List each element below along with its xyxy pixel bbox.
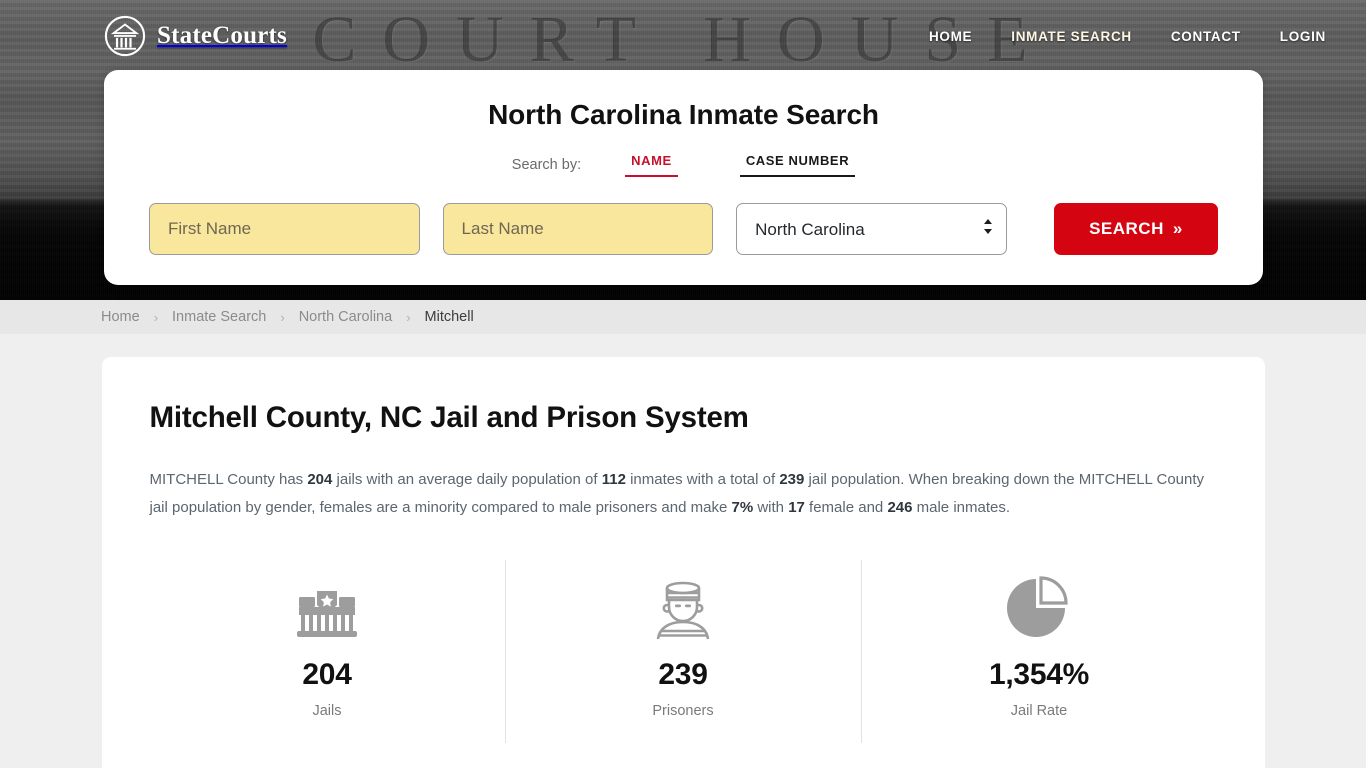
state-select-wrapper: North Carolina bbox=[736, 203, 1007, 255]
tab-search-by-name[interactable]: NAME bbox=[625, 152, 678, 177]
jail-building-icon bbox=[150, 574, 505, 642]
search-form: North Carolina SEARCH » bbox=[149, 203, 1218, 255]
nav-item-contact[interactable]: CONTACT bbox=[1171, 29, 1241, 44]
county-stats-row: 204 Jails bbox=[150, 560, 1217, 743]
breadcrumb-bar: Home › Inmate Search › North Carolina › … bbox=[0, 300, 1366, 334]
search-button-label: SEARCH bbox=[1089, 219, 1164, 239]
summary-highlight: 204 bbox=[307, 471, 332, 488]
first-name-input[interactable] bbox=[149, 203, 420, 255]
tab-search-by-case-number[interactable]: CASE NUMBER bbox=[740, 152, 855, 177]
double-chevron-right-icon: » bbox=[1173, 219, 1183, 239]
search-by-row: Search by: NAME CASE NUMBER bbox=[149, 152, 1218, 177]
nav-item-login[interactable]: LOGIN bbox=[1280, 29, 1326, 44]
summary-highlight: 239 bbox=[779, 471, 804, 488]
brand-logo-link[interactable]: StateCourts bbox=[104, 15, 287, 57]
search-card-title: North Carolina Inmate Search bbox=[149, 99, 1218, 131]
summary-text: male inmates. bbox=[912, 499, 1010, 516]
breadcrumb-link-home[interactable]: Home bbox=[101, 309, 140, 325]
main-nav: HOME INMATE SEARCH CONTACT LOGIN bbox=[929, 29, 1326, 44]
summary-text: MITCHELL County has bbox=[150, 471, 308, 488]
nav-item-home[interactable]: HOME bbox=[929, 29, 972, 44]
page-body: Mitchell County, NC Jail and Prison Syst… bbox=[0, 334, 1366, 768]
summary-highlight: 112 bbox=[602, 471, 626, 488]
brand-name: StateCourts bbox=[157, 22, 287, 50]
breadcrumb-separator-icon: › bbox=[154, 310, 158, 325]
hero-banner: COURT HOUSE StateCourts HOME INMATE SEA bbox=[0, 0, 1366, 300]
last-name-input[interactable] bbox=[443, 203, 714, 255]
nav-item-inmate-search[interactable]: INMATE SEARCH bbox=[1011, 29, 1132, 44]
summary-highlight: 7% bbox=[731, 499, 753, 516]
summary-highlight: 246 bbox=[887, 499, 912, 516]
stat-jail-rate: 1,354% Jail Rate bbox=[861, 560, 1217, 743]
state-select[interactable]: North Carolina bbox=[736, 203, 1007, 255]
stat-prisoners: 239 Prisoners bbox=[505, 560, 861, 743]
search-submit-button[interactable]: SEARCH » bbox=[1054, 203, 1218, 255]
breadcrumb-item-north-carolina: North Carolina › bbox=[299, 309, 425, 325]
stat-jail-rate-value: 1,354% bbox=[862, 658, 1217, 692]
breadcrumb-item-home: Home › bbox=[101, 309, 172, 325]
stat-jails-value: 204 bbox=[150, 658, 505, 692]
stat-prisoners-value: 239 bbox=[506, 658, 861, 692]
breadcrumb-link-inmate-search[interactable]: Inmate Search bbox=[172, 309, 266, 325]
breadcrumb-separator-icon: › bbox=[406, 310, 410, 325]
breadcrumb: Home › Inmate Search › North Carolina › … bbox=[101, 309, 474, 325]
breadcrumb-item-mitchell: Mitchell bbox=[425, 309, 474, 325]
search-by-label: Search by: bbox=[512, 157, 581, 173]
stat-jail-rate-label: Jail Rate bbox=[862, 703, 1217, 719]
top-navigation-bar: StateCourts HOME INMATE SEARCH CONTACT L… bbox=[0, 0, 1366, 72]
breadcrumb-link-north-carolina[interactable]: North Carolina bbox=[299, 309, 393, 325]
breadcrumb-separator-icon: › bbox=[280, 310, 284, 325]
summary-text: female and bbox=[805, 499, 888, 516]
summary-text: jails with an average daily population o… bbox=[332, 471, 601, 488]
county-content-card: Mitchell County, NC Jail and Prison Syst… bbox=[102, 357, 1265, 768]
pie-chart-icon bbox=[862, 574, 1217, 642]
summary-text: inmates with a total of bbox=[626, 471, 779, 488]
summary-highlight: 17 bbox=[788, 499, 805, 516]
breadcrumb-item-inmate-search: Inmate Search › bbox=[172, 309, 299, 325]
courthouse-circle-logo-icon bbox=[104, 15, 146, 57]
stat-jails-label: Jails bbox=[150, 703, 505, 719]
summary-text: with bbox=[753, 499, 788, 516]
prisoner-icon bbox=[506, 574, 861, 642]
breadcrumb-current: Mitchell bbox=[425, 309, 474, 325]
inmate-search-card: North Carolina Inmate Search Search by: … bbox=[104, 70, 1263, 285]
stat-jails: 204 Jails bbox=[150, 560, 505, 743]
stat-prisoners-label: Prisoners bbox=[506, 703, 861, 719]
county-summary-paragraph: MITCHELL County has 204 jails with an av… bbox=[150, 466, 1210, 522]
page-title: Mitchell County, NC Jail and Prison Syst… bbox=[150, 401, 1217, 435]
